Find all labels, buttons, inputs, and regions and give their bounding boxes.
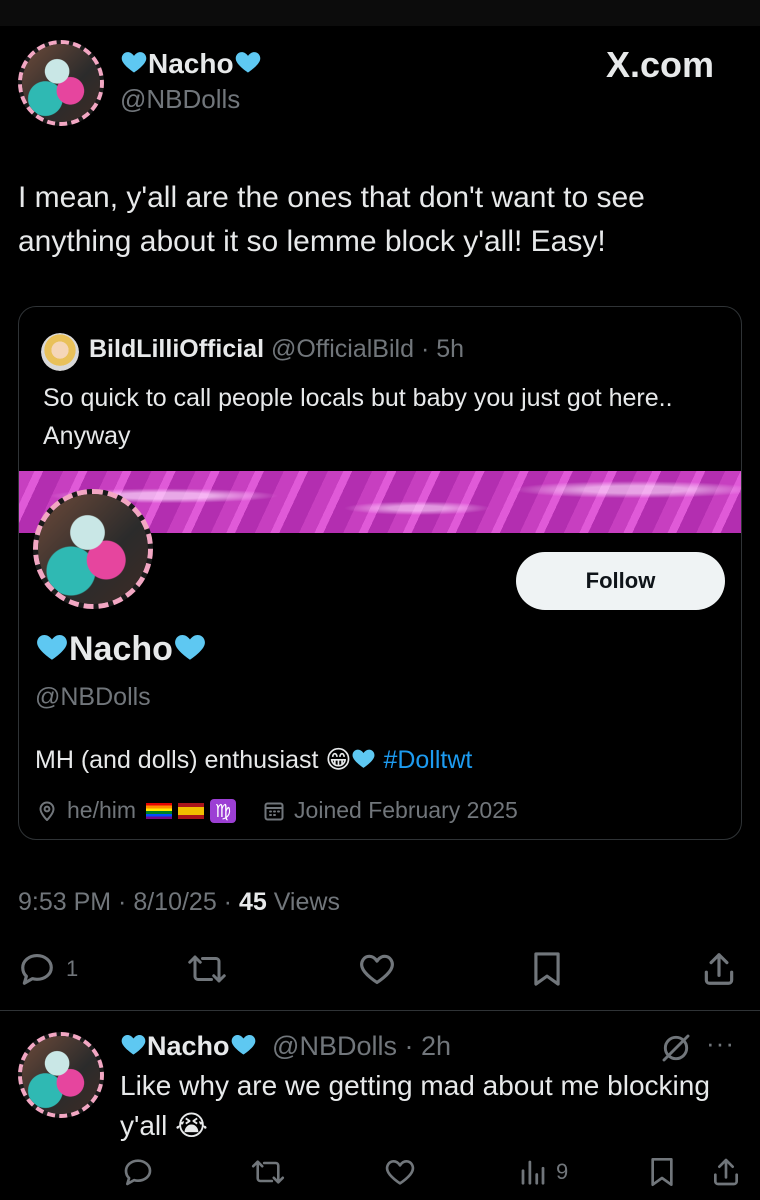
blue-heart-icon (121, 1035, 146, 1055)
bio-text: MH (and dolls) enthusiast (35, 746, 319, 774)
reply-display-name[interactable]: Nacho (147, 1031, 230, 1061)
like-icon[interactable] (358, 950, 396, 988)
joined-date: Joined February 2025 (294, 797, 518, 823)
location-pin-icon (39, 801, 55, 821)
like-icon[interactable] (384, 1156, 416, 1188)
repost-icon[interactable] (186, 950, 228, 988)
grin-emoji-icon: 😁 (325, 746, 352, 774)
views-icon (521, 1160, 545, 1185)
views-count: 45 (238, 888, 267, 916)
site-label: X.com (606, 44, 715, 85)
reply-handle[interactable]: @NBDolls (272, 1031, 397, 1061)
calendar-icon (264, 802, 284, 820)
card-bio: MH (and dolls) enthusiast 😁 #Dolltwt (35, 745, 472, 775)
author-avatar[interactable] (18, 40, 104, 126)
quoted-header: BildLilliOfficial @OfficialBild · 5h (89, 335, 464, 364)
reply-icon (21, 953, 53, 985)
spain-flag-icon (178, 802, 205, 819)
views-label: Views (266, 888, 340, 916)
author-display-name: Nacho (148, 48, 234, 79)
status-bar (0, 0, 760, 26)
bio-hashtag-link[interactable]: #Dolltwt (383, 746, 472, 774)
reply-author-avatar[interactable] (18, 1032, 104, 1118)
virgo-icon: ♍ (210, 798, 237, 823)
quoted-text: So quick to call people locals but baby … (43, 384, 673, 450)
reply-header: Nacho @NBDolls · 2h (120, 1028, 451, 1064)
reply-count: 1 (66, 956, 79, 981)
reply-action[interactable]: 1 (18, 950, 78, 988)
blue-heart-icon (121, 52, 147, 73)
quoted-display-name: BildLilliOfficial (89, 335, 265, 363)
tweet-text: I mean, y'all are the ones that don't wa… (18, 181, 645, 258)
blue-heart-icon (37, 635, 67, 660)
author-name-row[interactable]: Nacho (120, 46, 262, 82)
blue-heart-icon (231, 1035, 255, 1055)
quoted-author-avatar (41, 333, 79, 371)
bookmark-icon[interactable] (648, 1156, 676, 1188)
card-handle: @NBDolls (35, 683, 151, 711)
divider (0, 1010, 760, 1011)
share-icon[interactable] (710, 1156, 742, 1188)
card-display-name: Nacho (69, 630, 173, 668)
reply-time: · 2h (404, 1031, 452, 1061)
author-handle[interactable]: @NBDolls (120, 84, 240, 115)
card-name-row: Nacho (35, 629, 207, 669)
tweet-meta: 9:53 PM · 8/10/25 · 45 Views (18, 888, 340, 917)
blue-heart-icon (235, 52, 260, 73)
blue-heart-icon (175, 635, 205, 660)
bookmark-icon[interactable] (530, 950, 564, 988)
follow-button[interactable]: Follow (516, 552, 725, 610)
tweet-timestamp[interactable]: 9:53 PM · 8/10/25 · (18, 888, 239, 916)
share-icon[interactable] (700, 950, 738, 988)
blue-heart-icon (353, 749, 375, 768)
repost-icon[interactable] (250, 1156, 286, 1188)
rainbow-flag-icon (146, 802, 173, 819)
grok-icon[interactable] (660, 1032, 692, 1064)
card-meta-row: he/him ♍ Joined February 2025 (35, 797, 518, 824)
reply-views-count: 9 (556, 1159, 569, 1184)
reply-icon[interactable] (122, 1156, 154, 1188)
quoted-time: · 5h (420, 335, 465, 363)
views-action[interactable]: 9 (518, 1156, 568, 1188)
pronouns: he/him (67, 797, 137, 823)
reply-text: Like why are we getting mad about me blo… (120, 1070, 710, 1141)
more-options-button[interactable]: ··· (706, 1028, 735, 1059)
quoted-handle: @OfficialBild (270, 335, 414, 363)
card-avatar[interactable] (33, 489, 153, 609)
